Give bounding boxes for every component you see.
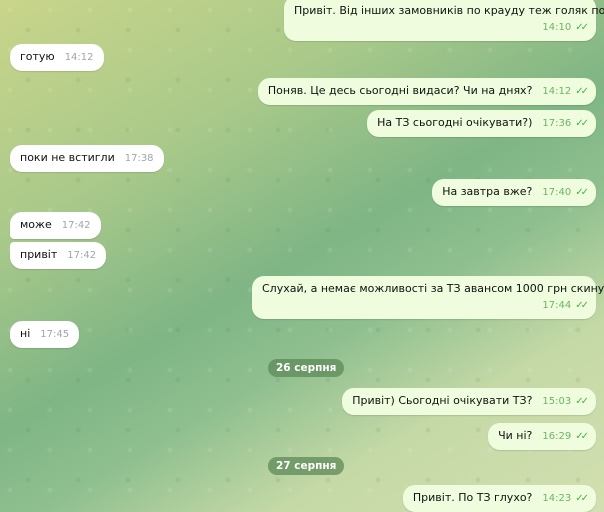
- message-time: 17:45: [40, 329, 70, 340]
- chat-message-list[interactable]: Привіт. Від інших замовників по крауду т…: [0, 0, 604, 512]
- message-time: 17:42: [61, 220, 91, 231]
- message-text: Привіт. По ТЗ глухо?: [412, 491, 533, 504]
- message-text: Чи ні?: [498, 429, 533, 442]
- message-time: 17:38: [124, 153, 154, 164]
- message-incoming[interactable]: може 17:42: [10, 212, 101, 239]
- message-outgoing[interactable]: Привіт) Сьогодні очікувати ТЗ? 15:03 ✓✓: [342, 388, 596, 415]
- message-incoming[interactable]: готую 14:12: [10, 44, 104, 71]
- message-meta: 14:10 ✓✓: [294, 20, 589, 35]
- message-time: 14:12: [64, 52, 94, 63]
- message-outgoing[interactable]: На завтра вже? 17:40 ✓✓: [432, 179, 596, 206]
- message-time: 17:44: [542, 300, 572, 311]
- message-text: На завтра вже?: [442, 185, 533, 198]
- date-separator: 27 серпня: [268, 457, 345, 475]
- message-time: 16:29: [542, 431, 572, 442]
- read-checkmarks-icon: ✓✓: [575, 396, 589, 407]
- message-text: ні: [20, 327, 31, 340]
- message-incoming[interactable]: привіт 17:42: [10, 242, 107, 269]
- message-text: поки не встигли: [20, 151, 115, 164]
- message-time: 17:42: [67, 250, 97, 261]
- read-checkmarks-icon: ✓✓: [575, 431, 589, 442]
- message-outgoing[interactable]: Привіт. Від інших замовників по крауду т…: [284, 0, 604, 41]
- message-time: 17:40: [542, 187, 572, 198]
- read-checkmarks-icon: ✓✓: [575, 22, 589, 33]
- message-text: Поняв. Це десь сьогодні видаси? Чи на дн…: [267, 84, 533, 97]
- message-incoming[interactable]: ні 17:45: [10, 321, 80, 348]
- message-meta: 17:44 ✓✓: [262, 298, 589, 313]
- message-text: готую: [20, 50, 55, 63]
- read-checkmarks-icon: ✓✓: [575, 86, 589, 97]
- message-outgoing[interactable]: На ТЗ сьогодні очікувати?) 17:36 ✓✓: [367, 110, 596, 137]
- message-incoming[interactable]: поки не встигли 17:38: [10, 145, 164, 172]
- read-checkmarks-icon: ✓✓: [575, 493, 589, 504]
- message-time: 15:03: [542, 396, 572, 407]
- message-outgoing[interactable]: Слухай, а немає можливості за ТЗ авансом…: [252, 276, 604, 319]
- message-text: Привіт) Сьогодні очікувати ТЗ?: [352, 394, 533, 407]
- message-time: 17:36: [542, 118, 572, 129]
- message-outgoing[interactable]: Поняв. Це десь сьогодні видаси? Чи на дн…: [257, 78, 596, 105]
- message-time: 14:10: [542, 22, 572, 33]
- read-checkmarks-icon: ✓✓: [575, 300, 589, 311]
- message-text: привіт: [20, 248, 58, 261]
- date-separator: 26 серпня: [268, 359, 345, 377]
- read-checkmarks-icon: ✓✓: [575, 118, 589, 129]
- message-text: На ТЗ сьогодні очікувати?): [377, 116, 533, 129]
- message-outgoing[interactable]: Привіт. По ТЗ глухо? 14:23 ✓✓: [402, 485, 596, 512]
- message-time: 14:23: [542, 493, 572, 504]
- message-text: може: [20, 218, 52, 231]
- message-text: Привіт. Від інших замовників по крауду т…: [294, 4, 604, 17]
- read-checkmarks-icon: ✓✓: [575, 187, 589, 198]
- message-time: 14:12: [542, 86, 572, 97]
- message-text: Слухай, а немає можливості за ТЗ авансом…: [262, 282, 604, 295]
- message-outgoing[interactable]: Чи ні? 16:29 ✓✓: [488, 423, 596, 450]
